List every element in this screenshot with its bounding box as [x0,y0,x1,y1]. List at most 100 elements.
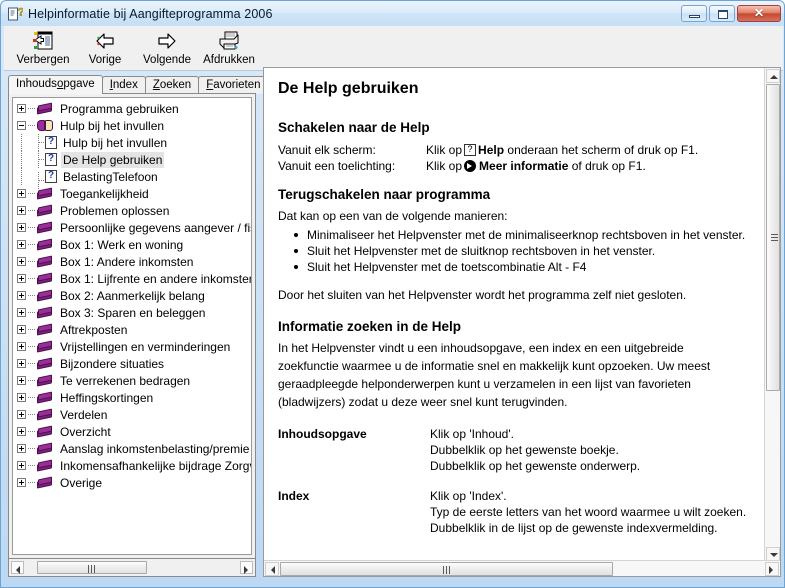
nav-horizontal-scrollbar[interactable] [8,559,256,577]
expand-icon[interactable] [17,206,26,215]
expand-icon[interactable] [17,393,26,402]
expand-icon[interactable] [17,223,26,232]
list-item: Sluit het Helpvenster met de toetscombin… [294,259,752,275]
definition-line: Dubbelklik op het gewenste boekje. [430,443,619,457]
tree-item[interactable]: Vrijstellingen en verminderingen [13,338,251,355]
close-button[interactable]: ✕ [737,5,781,22]
tree-item[interactable]: Persoonlijke gegevens aangever / fiscaal… [13,219,251,236]
expand-icon[interactable] [17,376,26,385]
printer-icon [216,29,242,53]
topic-vertical-scrollbar[interactable] [764,68,780,562]
expand-icon[interactable] [17,240,26,249]
book-closed-icon [37,374,54,387]
book-closed-icon [37,425,54,438]
tab-zoeken[interactable]: Zoeken [144,76,200,94]
expand-icon[interactable] [17,189,26,198]
topic-scroll-down-button[interactable] [766,547,780,561]
tree-item[interactable]: Programma gebruiken [13,100,251,117]
nav-scroll-thumb[interactable] [37,561,147,574]
toolbar-button-print[interactable]: Afdrukken [198,26,260,66]
topic-scroll-left-button[interactable] [265,562,279,576]
expand-icon[interactable] [17,478,26,487]
expand-icon[interactable] [17,342,26,351]
maximize-button[interactable] [709,5,735,22]
tree-item-label: Programma gebruiken [60,101,179,116]
toolbar-button-forward[interactable]: Volgende [136,26,198,66]
book-open-icon [37,119,54,132]
expand-icon[interactable] [17,291,26,300]
tree-connector [26,236,35,253]
definition-line: Klik op 'Inhoud'. [430,427,514,441]
tree-item[interactable]: Hulp bij het invullen [13,134,251,151]
tree-item[interactable]: Toegankelijkheid [13,185,251,202]
tree-item[interactable]: Verdelen [13,406,251,423]
tree-item[interactable]: Inkomensafhankelijke bijdrage Zorgverzek… [13,457,251,474]
tab-favorieten[interactable]: Favorieten [198,76,269,94]
tab-inhoudsopgave[interactable]: Inhoudsopgave [8,75,103,94]
minimize-icon [689,15,700,18]
tree-item-label: Box 1: Lijfrente en andere inkomsten [60,271,252,286]
topic-scroll-right-button[interactable] [765,562,779,576]
minimize-button[interactable] [681,5,707,22]
tab-index[interactable]: Index [101,76,146,94]
topic-hscroll-thumb[interactable] [280,562,613,576]
tree-item[interactable]: Aftrekposten [13,321,251,338]
tree-item[interactable]: Te verrekenen bedragen [13,372,251,389]
book-closed-icon [37,442,54,455]
tree-item[interactable]: Problemen oplossen [13,202,251,219]
tree-item-label: Box 2: Aanmerkelijk belang [60,288,205,303]
nav-scroll-left-button[interactable] [11,561,24,574]
book-closed-icon [37,221,54,234]
tree-connector [30,172,44,189]
tree-item[interactable]: Box 1: Andere inkomsten [13,253,251,270]
tab-label-zoeken: Zoeken [152,79,192,91]
toolbar: Verbergen Vorige Volgende Afdrukken [4,26,783,71]
maximize-icon [718,10,728,19]
topic-scroll-thumb[interactable] [766,84,780,391]
tree-item[interactable]: Box 2: Aanmerkelijk belang [13,287,251,304]
tab-strip: Inhoudsopgave Index Zoeken Favorieten [8,75,269,94]
tree-item-label: Inkomensafhankelijke bijdrage Zorgverzek… [60,458,251,473]
tree-connector [26,423,35,440]
kv-row-vanuit-elk-scherm: Vanuit elk scherm: Klik op Help onderaan … [278,142,752,158]
tree-item[interactable]: Overige [13,474,251,491]
topic-horizontal-scrollbar[interactable] [264,560,780,576]
expand-icon[interactable] [17,104,26,113]
tree-connector [26,457,35,474]
expand-icon[interactable] [17,359,26,368]
svg-text:?: ? [18,6,23,18]
expand-icon[interactable] [17,410,26,419]
expand-icon[interactable] [17,274,26,283]
definition-row-index: Index Klik op 'Index'. Typ de eerste let… [278,488,752,536]
expand-icon[interactable] [17,427,26,436]
expand-icon[interactable] [17,444,26,453]
tree-item[interactable]: Heffingskortingen [13,389,251,406]
collapse-icon[interactable] [17,121,26,130]
expand-icon[interactable] [17,325,26,334]
topic-scroll-up-button[interactable] [766,69,780,83]
toolbar-button-hide[interactable]: Verbergen [12,26,74,66]
tree-item[interactable]: Box 1: Lijfrente en andere inkomsten [13,270,251,287]
tree-item[interactable]: Box 1: Werk en woning [13,236,251,253]
contents-tree[interactable]: Programma gebruiken Hulp bij het invullen… [12,97,252,555]
section-heading-terugschakelen: Terugschakelen naar programma [278,187,491,202]
tree-item[interactable]: De Help gebruiken [13,151,251,168]
tree-item[interactable]: Overzicht [13,423,251,440]
expand-icon[interactable] [17,461,26,470]
tree-item-label: Heffingskortingen [60,390,154,405]
kv-row-vanuit-een-toelichting: Vanuit een toelichting: Klik op Meer info… [278,158,752,174]
tree-item-label: Problemen oplossen [60,203,170,218]
tree-item[interactable]: Box 3: Sparen en beleggen [13,304,251,321]
expand-icon[interactable] [17,308,26,317]
tree-item[interactable]: Hulp bij het invullen [13,117,251,134]
tree-item[interactable]: BelastingTelefoon [13,168,251,189]
nav-scroll-right-button[interactable] [240,561,253,574]
expand-icon[interactable] [17,257,26,266]
tree-item[interactable]: Bijzondere situaties [13,355,251,372]
tree-item[interactable]: Aanslag inkomstenbelasting/premie volksv… [13,440,251,457]
toolbar-label-hide: Verbergen [16,54,70,66]
arrow-down-icon [770,553,778,557]
toolbar-button-back[interactable]: Vorige [74,26,136,66]
definition-line: Klik op 'Index'. [430,489,507,503]
